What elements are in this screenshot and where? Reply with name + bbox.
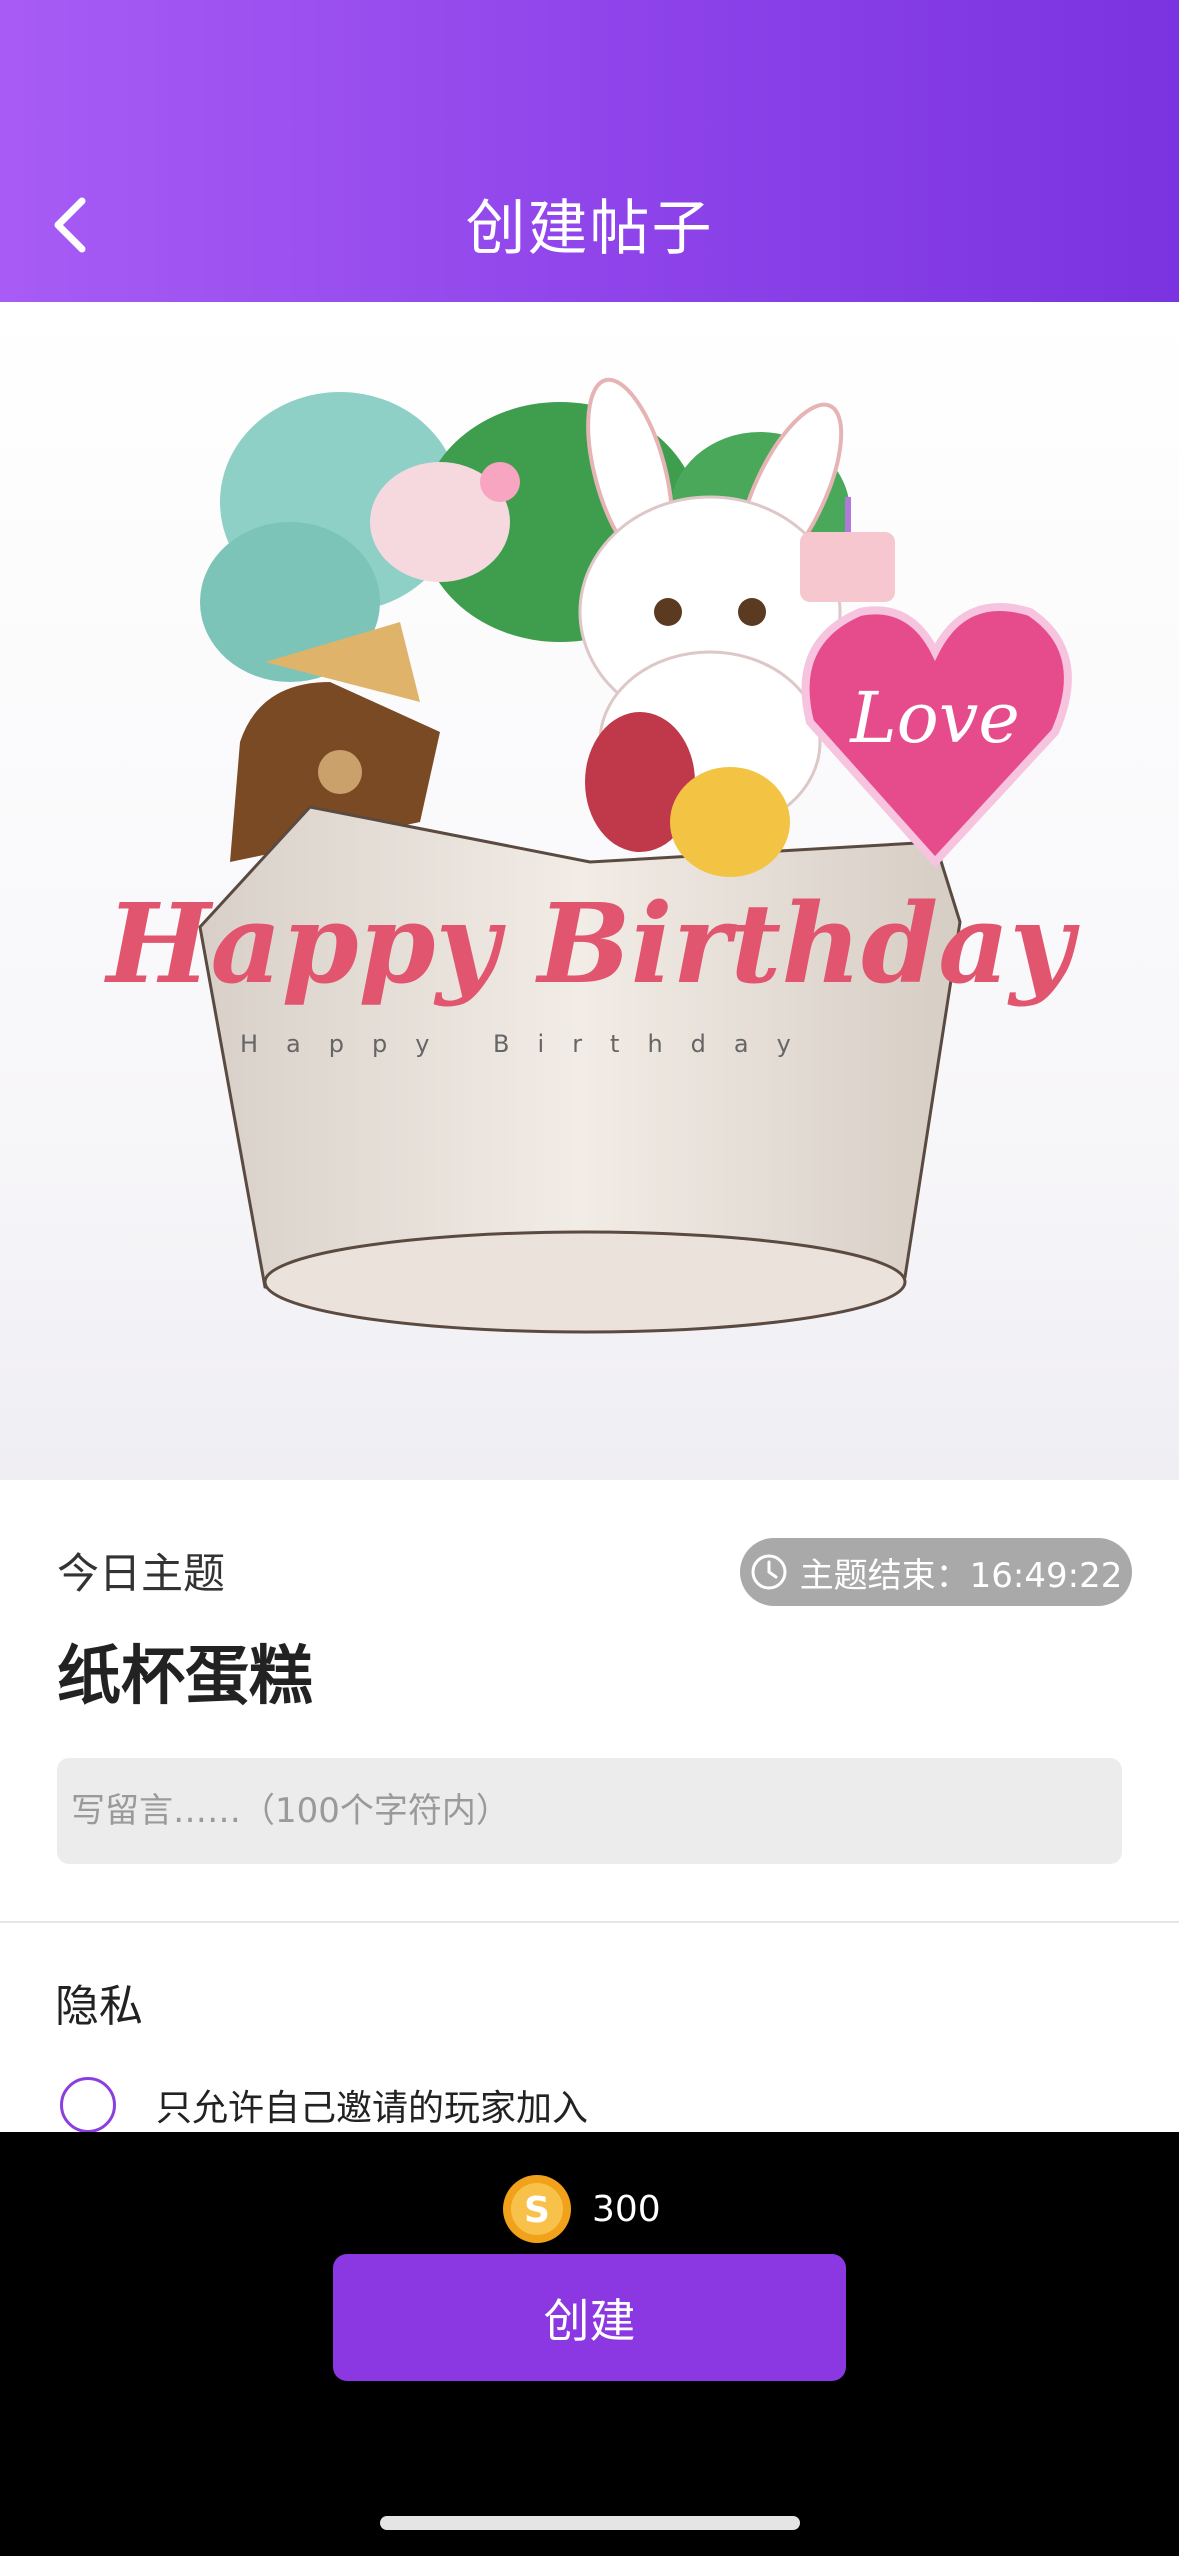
radio-button[interactable] [60, 2077, 116, 2133]
divider [0, 1921, 1179, 1923]
page-title: 创建帖子 [465, 194, 714, 264]
privacy-label: 隐私 [55, 1981, 143, 2032]
cupcake-illustration: Happy Birthday Happy Birthday Love [104, 377, 1081, 1334]
svg-text:S: S [524, 2190, 550, 2231]
privacy-option-label: 只允许自己邀请的玩家加入 [156, 2088, 589, 2129]
theme-label: 今日主题 [57, 1549, 226, 1598]
privacy-option-invite-only[interactable]: 只允许自己邀请的玩家加入 [60, 2070, 588, 2140]
cost-value: 300 [592, 2188, 661, 2230]
timer-text: 主题结束：16:49:22 [799, 1555, 1123, 1596]
theme-title: 纸杯蛋糕 [57, 1640, 313, 1714]
cake-text-happy: Happy Birthday [104, 879, 1081, 1008]
message-input[interactable] [57, 1758, 1122, 1864]
clock-icon [751, 1554, 787, 1590]
theme-timer-badge: 主题结束：16:49:22 [740, 1538, 1132, 1606]
home-indicator [380, 2516, 800, 2530]
cost-display: S 300 [500, 2172, 661, 2246]
top-bar: 创建帖子 [0, 0, 1179, 302]
topper-text: Love [848, 677, 1020, 759]
create-button[interactable]: 创建 [333, 2254, 846, 2381]
love-topper: Love [801, 603, 1072, 868]
theme-image: Happy Birthday Happy Birthday Love [0, 302, 1179, 1480]
coin-icon: S [503, 2175, 571, 2243]
cake-text-small: Happy Birthday [240, 1030, 819, 1058]
